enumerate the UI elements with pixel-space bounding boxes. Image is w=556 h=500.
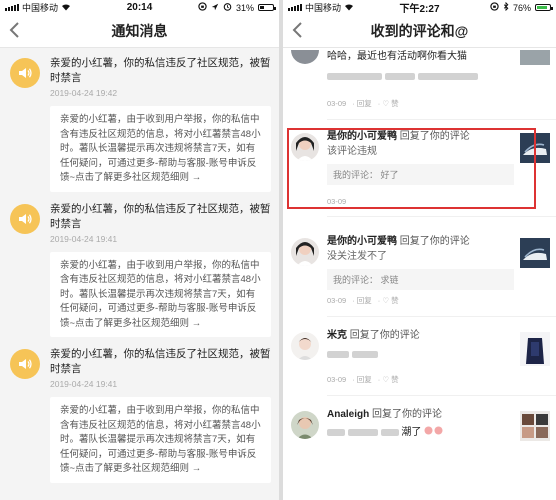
- comment-action: 回复了你的评论: [372, 409, 443, 420]
- comment-date: 03-09: [327, 99, 347, 108]
- comments-screen: 中国移动 下午2:27 76% 收到的评论和@ 哈哈，最近也有活动啊你看大猫 0…: [283, 0, 556, 500]
- notification-date: 2019-04-24 19:41: [50, 233, 118, 244]
- avatar[interactable]: [291, 411, 319, 439]
- notification-message: 亲爱的小红薯，你的私信违反了社区规范，被暂时禁言: [50, 57, 271, 84]
- carrier-label: 中国移动: [305, 3, 342, 13]
- reply-link[interactable]: · 回复: [352, 98, 372, 109]
- alarm-icon: [223, 2, 232, 13]
- my-comment-quote: 我的评论： 好了: [327, 164, 514, 185]
- notification-message: 亲爱的小红薯，你的私信违反了社区规范，被暂时禁言: [50, 202, 271, 230]
- wifi-icon: [344, 3, 354, 13]
- comment-action: 回复了你的评论: [399, 236, 470, 247]
- status-time: 20:14: [126, 2, 153, 13]
- notification-item[interactable]: 亲爱的小红薯，你的私信违反了社区规范，被暂时禁言 2019-04-24 19:4…: [0, 56, 279, 192]
- battery-percent: 76%: [512, 2, 531, 13]
- notification-detail[interactable]: 亲爱的小红薯，由于收到用户举报，你的私信中含有违反社区规范的信息，将对小红薯禁言…: [50, 106, 271, 192]
- notification-item[interactable]: 亲爱的小红薯，你的私信违反了社区规范，被暂时禁言 2019-04-24 19:4…: [0, 202, 279, 337]
- comment-text: 该评论违规: [327, 146, 377, 157]
- comment-item[interactable]: 是你的小可爱鸭 回复了你的评论 没关注发不了 我的评论： 求链 03-09 · …: [283, 235, 556, 306]
- wifi-icon: [61, 3, 71, 13]
- avatar[interactable]: [291, 133, 319, 161]
- commenter-name[interactable]: 米克: [327, 330, 347, 341]
- nav-bar: 通知消息: [0, 15, 279, 48]
- post-thumbnail[interactable]: [520, 411, 550, 441]
- notification-message: 亲爱的小红薯，你的私信违反了社区规范，被暂时禁言: [50, 348, 271, 375]
- comment-item[interactable]: 米克 回复了你的评论 03-09 · 回复 · ♡ 赞: [283, 329, 556, 385]
- comment-action: 回复了你的评论: [399, 131, 470, 142]
- notification-screen: 中国移动 20:14 31% 通知消息 亲爱的小红薯，你的私信违反了社区规范，被…: [0, 0, 279, 500]
- commenter-name[interactable]: 是你的小可爱鸭: [327, 131, 397, 142]
- comment-date: 03-09: [327, 296, 347, 305]
- lock-rotation-icon: [490, 2, 499, 13]
- status-time: 下午2:27: [399, 4, 440, 15]
- back-chevron-icon[interactable]: [8, 21, 20, 43]
- avatar[interactable]: [291, 238, 319, 266]
- comment-text: 哈哈，最近也有活动啊你看大猫: [327, 51, 467, 62]
- avatar[interactable]: [291, 332, 319, 360]
- post-thumbnail[interactable]: [520, 238, 550, 268]
- battery-icon: [535, 4, 553, 11]
- like-link[interactable]: · ♡ 赞: [378, 295, 399, 306]
- my-comment-quote: 我的评论： 求链: [327, 269, 514, 290]
- commenter-name[interactable]: 是你的小可爱鸭: [327, 236, 397, 247]
- comment-item[interactable]: 是你的小可爱鸭 回复了你的评论 该评论违规 我的评论： 好了 03-09: [283, 130, 556, 206]
- status-bar: 中国移动 下午2:27 76%: [283, 0, 556, 15]
- post-thumbnail[interactable]: [520, 332, 550, 366]
- notification-detail[interactable]: 亲爱的小红薯，由于收到用户举报，你的私信中含有违反社区规范的信息，将对小红薯禁言…: [50, 251, 271, 337]
- signal-icon: [288, 4, 302, 11]
- screenshot-pair: 中国移动 20:14 31% 通知消息 亲爱的小红薯，你的私信违反了社区规范，被…: [0, 0, 556, 500]
- reply-link[interactable]: · 回复: [352, 374, 372, 385]
- back-chevron-icon[interactable]: [291, 21, 303, 43]
- comment-text-tail: 潮了: [401, 427, 422, 438]
- notification-date: 2019-04-24 19:42: [50, 88, 118, 98]
- lock-rotation-icon: [198, 2, 207, 13]
- like-link[interactable]: · ♡ 赞: [378, 374, 399, 385]
- comment-item[interactable]: 哈哈，最近也有活动啊你看大猫 03-09 · 回复 · ♡ 赞: [283, 48, 556, 109]
- notification-date: 2019-04-24 19:41: [50, 379, 118, 389]
- page-title: 通知消息: [111, 23, 168, 39]
- battery-icon: [258, 4, 276, 11]
- like-link[interactable]: · ♡ 赞: [378, 98, 399, 109]
- comment-action: 回复了你的评论: [349, 330, 420, 341]
- comment-item[interactable]: Analeigh 回复了你的评论 潮了: [283, 408, 556, 441]
- speaker-icon: [10, 58, 40, 88]
- emoji-icon: [424, 426, 444, 438]
- speaker-icon: [10, 203, 40, 234]
- comment-text: 没关注发不了: [327, 251, 387, 262]
- signal-icon: [5, 4, 19, 11]
- location-icon: [211, 3, 219, 13]
- bluetooth-icon: [503, 1, 509, 13]
- commenter-name[interactable]: Analeigh: [327, 409, 369, 420]
- comment-date: 03-09: [327, 197, 347, 206]
- notification-list: 亲爱的小红薯，你的私信违反了社区规范，被暂时禁言 2019-04-24 19:4…: [0, 48, 279, 483]
- comment-date: 03-09: [327, 375, 347, 384]
- carrier-label: 中国移动: [22, 3, 59, 13]
- notification-detail[interactable]: 亲爱的小红薯，由于收到用户举报，你的私信中含有违反社区规范的信息，将对小红薯禁言…: [50, 397, 271, 483]
- speaker-icon: [10, 349, 40, 379]
- nav-bar: 收到的评论和@: [283, 15, 556, 48]
- page-title: 收到的评论和@: [370, 23, 469, 39]
- post-thumbnail[interactable]: [520, 133, 550, 163]
- avatar[interactable]: [291, 50, 319, 64]
- battery-percent: 31%: [235, 2, 254, 13]
- notification-item[interactable]: 亲爱的小红薯，你的私信违反了社区规范，被暂时禁言 2019-04-24 19:4…: [0, 347, 279, 483]
- status-bar: 中国移动 20:14 31%: [0, 0, 279, 15]
- reply-link[interactable]: · 回复: [352, 295, 372, 306]
- post-thumbnail[interactable]: [520, 50, 550, 65]
